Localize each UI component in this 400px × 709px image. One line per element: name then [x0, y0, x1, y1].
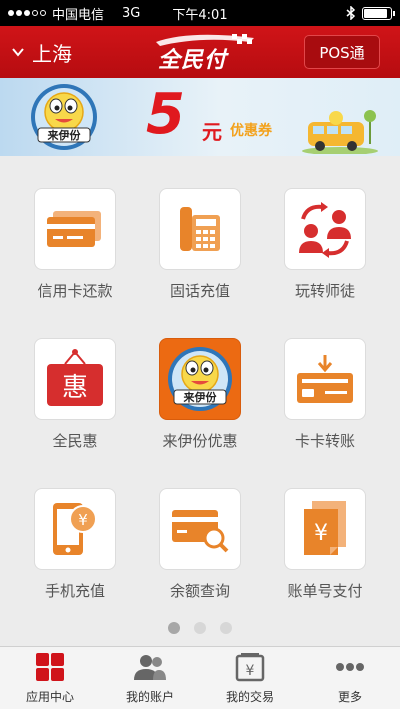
- network-type: 3G: [122, 5, 141, 21]
- credit-card-icon: [47, 211, 101, 247]
- app-center-icon: [36, 652, 64, 681]
- app-tile-label: 全民惠: [52, 432, 98, 450]
- banner-amount: 5: [146, 82, 185, 147]
- app-tile-label: 固话充值: [169, 282, 230, 300]
- promo-banner[interactable]: 来伊份 5 元 优惠券: [0, 78, 400, 156]
- bluetooth-icon: [346, 6, 356, 20]
- balance-query-icon: [172, 510, 229, 553]
- chevron-down-icon: [12, 48, 24, 57]
- app-logo: 全民付: [150, 32, 260, 73]
- app-tile-label: 手机充值: [44, 582, 105, 600]
- more-icon: [336, 662, 364, 671]
- card-transfer-icon: [297, 355, 353, 403]
- app-header: 上海 全民付 POS通: [0, 26, 400, 78]
- bill-payment-icon: ¥: [304, 501, 346, 555]
- svg-text:¥: ¥: [78, 511, 88, 529]
- tab-label: 我的交易: [225, 689, 274, 704]
- page-indicator[interactable]: [0, 622, 400, 634]
- app-tile-credit-card-repay[interactable]: 信用卡还款: [10, 188, 140, 301]
- app-tile-label: 账单号支付: [287, 582, 363, 600]
- app-tile-quanminhui[interactable]: 惠 全民惠: [10, 338, 140, 451]
- app-tile-laiyifen[interactable]: 来伊份 来伊份优惠: [135, 338, 265, 451]
- svg-text:惠: 惠: [62, 373, 88, 403]
- tab-my-account[interactable]: 我的账户: [100, 647, 200, 709]
- tab-more[interactable]: 更多: [300, 647, 400, 709]
- app-tile-mentor[interactable]: 玩转师徒: [260, 188, 390, 301]
- app-tile-landline-recharge[interactable]: 固话充值: [135, 188, 265, 301]
- city-selector[interactable]: 上海: [0, 38, 72, 67]
- app-tile-label: 信用卡还款: [37, 282, 113, 300]
- page-dot[interactable]: [220, 622, 232, 634]
- city-name: 上海: [32, 41, 72, 66]
- transactions-icon: ¥: [235, 652, 265, 681]
- app-tile-label: 余额查询: [169, 582, 230, 600]
- app-tile-bill-payment[interactable]: ¥ 账单号支付: [260, 488, 390, 601]
- app-tile-label: 来伊份优惠: [162, 432, 238, 450]
- svg-text:来伊份: 来伊份: [183, 390, 218, 404]
- page-dot[interactable]: [194, 622, 206, 634]
- carrier-name: 中国电信: [52, 7, 105, 23]
- app-tile-label: 玩转师徒: [294, 282, 355, 300]
- mentor-exchange-icon: [299, 202, 351, 258]
- tab-label: 我的账户: [125, 689, 174, 704]
- svg-text:¥: ¥: [246, 663, 255, 679]
- logo-text: 全民付: [158, 48, 228, 73]
- page-dot[interactable]: [168, 622, 180, 634]
- landline-phone-icon: [180, 207, 220, 251]
- laiyifen-mascot-logo: 来伊份: [31, 84, 97, 150]
- pos-button[interactable]: POS通: [304, 35, 380, 69]
- svg-text:来伊份: 来伊份: [47, 128, 82, 142]
- mobile-recharge-icon: ¥: [53, 503, 97, 555]
- status-bar: 中国电信 3G 下午4:01: [0, 0, 400, 26]
- banner-unit: 元: [202, 120, 222, 144]
- tab-my-transactions[interactable]: ¥ 我的交易: [200, 647, 300, 709]
- battery-icon: [362, 6, 395, 20]
- account-icon: [134, 654, 166, 680]
- banner-coupon-label: 优惠券: [230, 123, 272, 139]
- tab-label: 更多: [337, 689, 362, 704]
- app-tile-label: 卡卡转账: [294, 432, 355, 450]
- laiyifen-logo-icon: 来伊份: [168, 347, 232, 411]
- app-grid: 信用卡还款 固话充值 玩转师徒 惠 全民惠 来伊份 来伊份优惠 卡卡转账 ¥ 手…: [0, 156, 400, 646]
- app-tile-mobile-recharge[interactable]: ¥ 手机充值: [10, 488, 140, 601]
- tab-app-center[interactable]: 应用中心: [0, 647, 100, 709]
- discount-sign-icon: 惠: [47, 349, 103, 406]
- signal-strength-icon: [8, 10, 46, 16]
- app-tile-card-transfer[interactable]: 卡卡转账: [260, 338, 390, 451]
- tab-label: 应用中心: [25, 689, 74, 704]
- tab-bar: 应用中心 我的账户 ¥ 我的交易 更多: [0, 646, 400, 709]
- app-tile-balance-query[interactable]: 余额查询: [135, 488, 265, 601]
- bus-illustration: [302, 110, 378, 154]
- status-time: 下午4:01: [172, 7, 228, 23]
- svg-text:¥: ¥: [314, 521, 328, 546]
